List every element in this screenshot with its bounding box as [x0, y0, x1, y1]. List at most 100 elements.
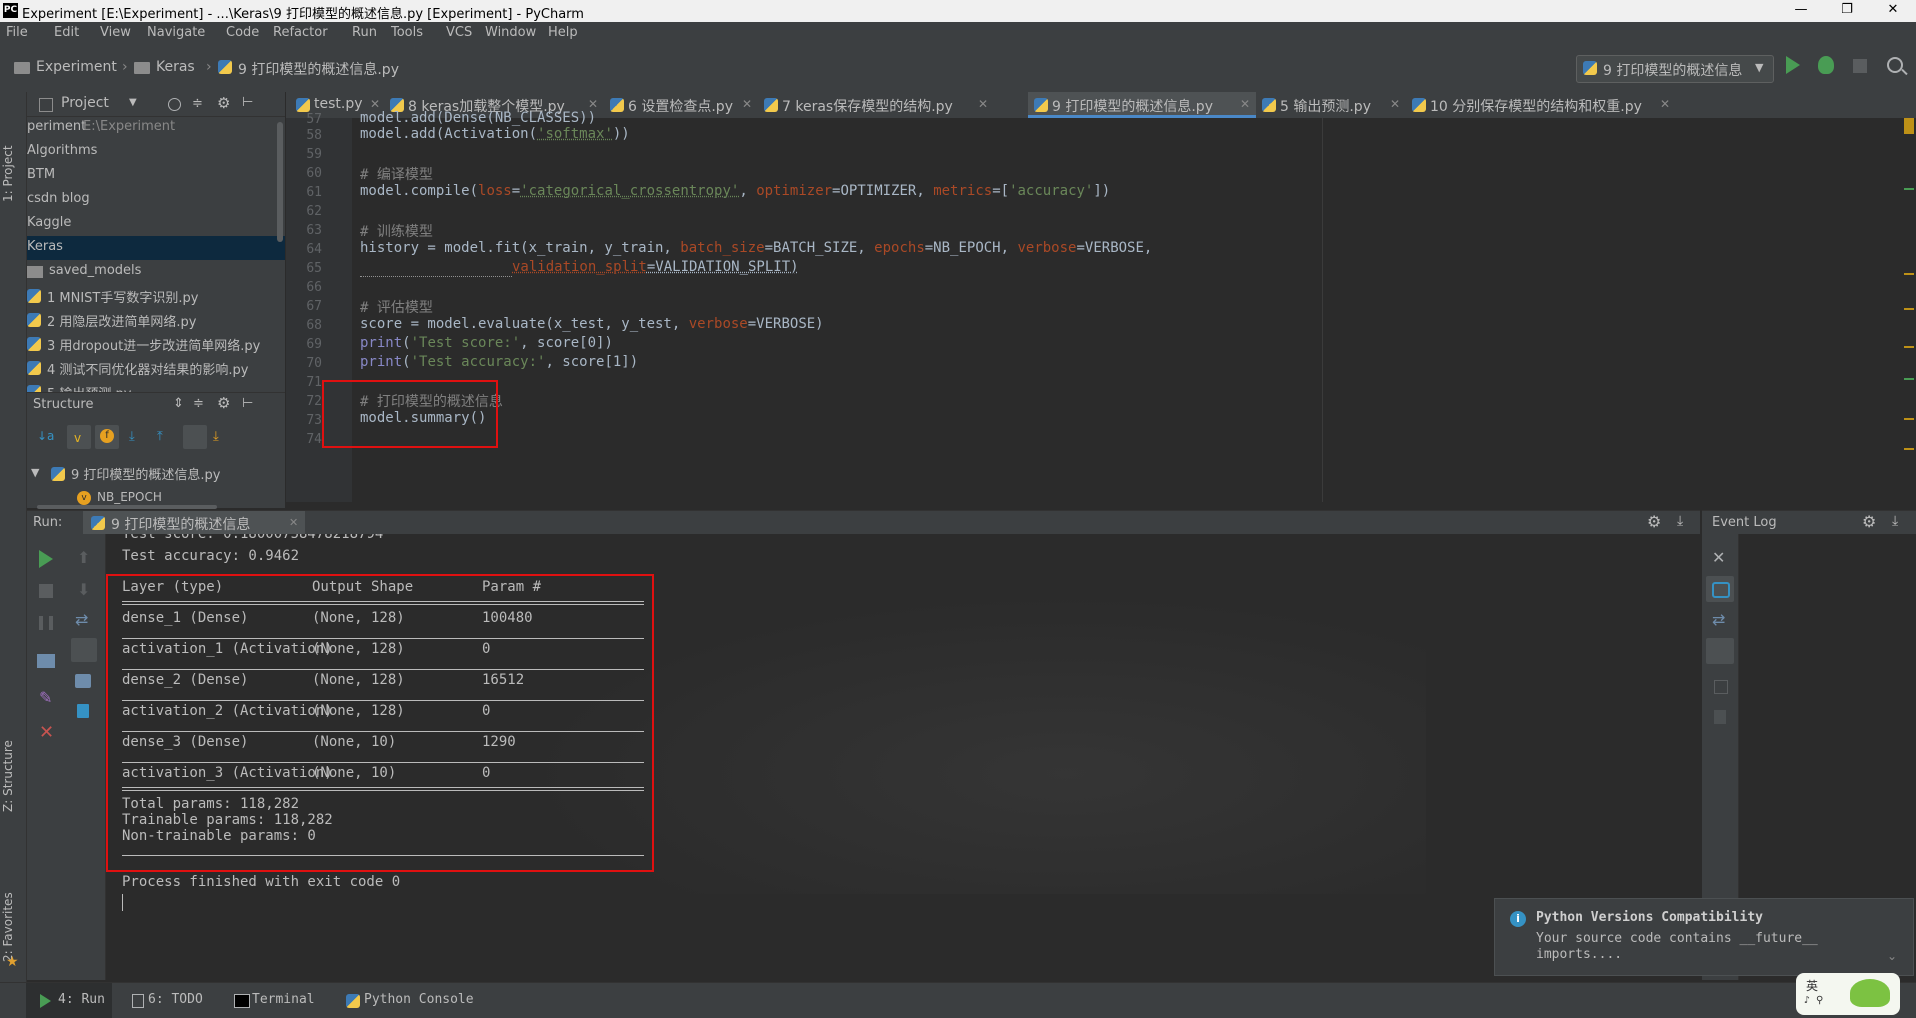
- project-view-dropdown[interactable]: Project: [61, 95, 109, 111]
- menu-code[interactable]: Code: [226, 25, 259, 40]
- soft-wrap-icon[interactable]: ⇄: [1712, 610, 1725, 629]
- scroll-to-end-icon[interactable]: [71, 638, 97, 662]
- scrollbar[interactable]: [37, 505, 217, 509]
- expand-icon[interactable]: ⤓: [129, 429, 135, 444]
- run-console[interactable]: Test score: 0.18000758478218794 Test acc…: [106, 534, 1700, 980]
- dump-threads-icon[interactable]: [37, 654, 55, 668]
- favorites-tool-tab[interactable]: 2: Favorites: [1, 862, 25, 962]
- soft-wrap-icon[interactable]: ⇄: [75, 610, 88, 629]
- collapse-icon[interactable]: ≑: [192, 96, 203, 111]
- todo-tool-button[interactable]: 6: TODO: [148, 992, 203, 1007]
- sort-alpha-icon[interactable]: ↓a: [37, 429, 54, 443]
- tree-item-root[interactable]: periment E:\Experiment: [27, 116, 285, 140]
- minimize-button[interactable]: —: [1778, 0, 1824, 22]
- scroll-to-end-icon[interactable]: [1706, 638, 1734, 664]
- rerun-icon[interactable]: [39, 550, 53, 568]
- tab-save-weights[interactable]: 10 分别保存模型的结构和权重.py ✕: [1406, 92, 1676, 118]
- gear-icon[interactable]: ⚙: [1647, 512, 1661, 531]
- gear-icon[interactable]: ⚙: [1862, 512, 1876, 531]
- tree-item-file[interactable]: 5 输出预测.py: [27, 380, 285, 392]
- close-icon[interactable]: ✕: [978, 97, 988, 111]
- menu-refactor[interactable]: Refactor: [273, 25, 328, 40]
- structure-file-label[interactable]: 9 打印模型的概述信息.py: [71, 464, 220, 483]
- chevron-down-icon[interactable]: ▼: [31, 466, 39, 479]
- hide-icon[interactable]: ⊢: [242, 396, 253, 411]
- tree-item-file[interactable]: 3 用dropout进一步改进简单网络.py: [27, 332, 285, 356]
- notification-balloon[interactable]: i Python Versions Compatibility Your sou…: [1494, 898, 1914, 976]
- notification-body[interactable]: Your source code contains __future__: [1536, 931, 1818, 946]
- close-icon[interactable]: ✕: [289, 516, 298, 529]
- stop-icon[interactable]: [1853, 59, 1867, 73]
- pin-icon[interactable]: ✎: [39, 688, 52, 707]
- gear-icon[interactable]: ⚙: [217, 94, 230, 112]
- hide-icon[interactable]: ⊢: [242, 95, 253, 110]
- close-icon[interactable]: ✕: [742, 97, 752, 111]
- project-tool-tab[interactable]: 1: Project: [1, 112, 25, 202]
- tree-item-folder[interactable]: saved_models: [27, 260, 285, 284]
- chevron-down-icon[interactable]: ▼: [129, 97, 137, 108]
- print-icon[interactable]: [75, 674, 91, 688]
- down-arrow-icon[interactable]: ⬇: [77, 580, 90, 599]
- collapse-icon[interactable]: ≑: [193, 396, 204, 411]
- close-icon[interactable]: ✕: [1660, 97, 1670, 111]
- menu-navigate[interactable]: Navigate: [147, 25, 205, 40]
- stop-icon[interactable]: [39, 584, 53, 598]
- scrollbar[interactable]: [277, 122, 283, 242]
- tree-item-file[interactable]: 4 测试不同优化器对结果的影响.py: [27, 356, 285, 380]
- python-console-tool-button[interactable]: Python Console: [364, 992, 474, 1007]
- close-icon[interactable]: ✕: [39, 722, 54, 743]
- breadcrumb-keras[interactable]: Keras: [156, 59, 195, 75]
- run-tab[interactable]: 9 打印模型的概述信息 ✕: [83, 511, 305, 535]
- tree-item-folder[interactable]: csdn blog: [27, 188, 285, 212]
- tree-item-file[interactable]: 2 用隐层改进简单网络.py: [27, 308, 285, 332]
- tree-item-folder[interactable]: BTM: [27, 164, 285, 188]
- tab-summary-active[interactable]: 9 打印模型的概述信息.py ✕: [1028, 92, 1256, 118]
- close-icon[interactable]: ✕: [1240, 97, 1250, 111]
- menu-tools[interactable]: Tools: [391, 25, 423, 40]
- expand-all-icon[interactable]: ⇕: [173, 396, 184, 411]
- mark-read-icon[interactable]: [1714, 680, 1728, 694]
- crosshair-icon[interactable]: [168, 98, 181, 111]
- close-icon[interactable]: ✕: [370, 97, 380, 111]
- search-icon[interactable]: [1887, 57, 1903, 73]
- structure-child-label[interactable]: NB_EPOCH: [97, 490, 162, 504]
- menu-run[interactable]: Run: [352, 25, 377, 40]
- breadcrumb-experiment[interactable]: Experiment: [36, 59, 117, 75]
- autoscroll-to-source-icon[interactable]: ⤓: [213, 429, 219, 444]
- wrench-icon[interactable]: ✕: [1712, 548, 1725, 567]
- tab-save-structure[interactable]: 7 keras保存模型的结构.py ✕: [758, 92, 994, 118]
- debug-icon[interactable]: [1818, 56, 1834, 74]
- tree-item-folder[interactable]: Algorithms: [27, 140, 285, 164]
- menu-file[interactable]: File: [6, 25, 28, 40]
- run-config-select[interactable]: 9 打印模型的概述信息 ▼: [1576, 55, 1774, 83]
- menu-edit[interactable]: Edit: [54, 25, 79, 40]
- code-editor[interactable]: model.add(Dense(NB_CLASSES)) model.add(A…: [322, 110, 1916, 502]
- terminal-tool-button[interactable]: Terminal: [252, 992, 315, 1007]
- menu-help[interactable]: Help: [548, 25, 578, 40]
- hide-panel-icon[interactable]: ⤓: [1677, 513, 1683, 529]
- menu-view[interactable]: View: [100, 25, 131, 40]
- tree-item-folder[interactable]: Kaggle: [27, 212, 285, 236]
- tree-item-folder-selected[interactable]: Keras: [27, 236, 285, 260]
- chevron-down-icon[interactable]: ⌄: [1887, 949, 1897, 963]
- collapse-all-icon[interactable]: ⤒: [157, 429, 163, 444]
- breadcrumb-file[interactable]: 9 打印模型的概述信息.py: [238, 59, 399, 79]
- tab-predict[interactable]: 5 输出预测.py ✕: [1256, 92, 1406, 118]
- close-icon[interactable]: ✕: [1390, 97, 1400, 111]
- autoscroll-from-source-icon[interactable]: [183, 425, 207, 449]
- run-icon[interactable]: [1786, 56, 1800, 74]
- close-icon[interactable]: ✕: [588, 97, 598, 111]
- tree-item-file[interactable]: 1 MNIST手写数字识别.py: [27, 284, 285, 308]
- tab-checkpoint[interactable]: 6 设置检查点.py ✕: [604, 92, 758, 118]
- hide-panel-icon[interactable]: ⤓: [1892, 513, 1898, 529]
- trash-icon[interactable]: [1714, 710, 1726, 724]
- trash-icon[interactable]: [77, 704, 89, 718]
- close-window-button[interactable]: ✕: [1870, 0, 1916, 22]
- menu-window[interactable]: Window: [485, 25, 536, 40]
- run-tool-button[interactable]: 4: Run: [26, 983, 112, 1018]
- pause-icon[interactable]: [39, 616, 53, 630]
- ime-widget[interactable]: 英 ♪ ⚲: [1796, 973, 1900, 1015]
- menu-vcs[interactable]: VCS: [446, 25, 472, 40]
- up-arrow-icon[interactable]: ⬆: [77, 548, 90, 567]
- maximize-button[interactable]: ❐: [1824, 0, 1870, 22]
